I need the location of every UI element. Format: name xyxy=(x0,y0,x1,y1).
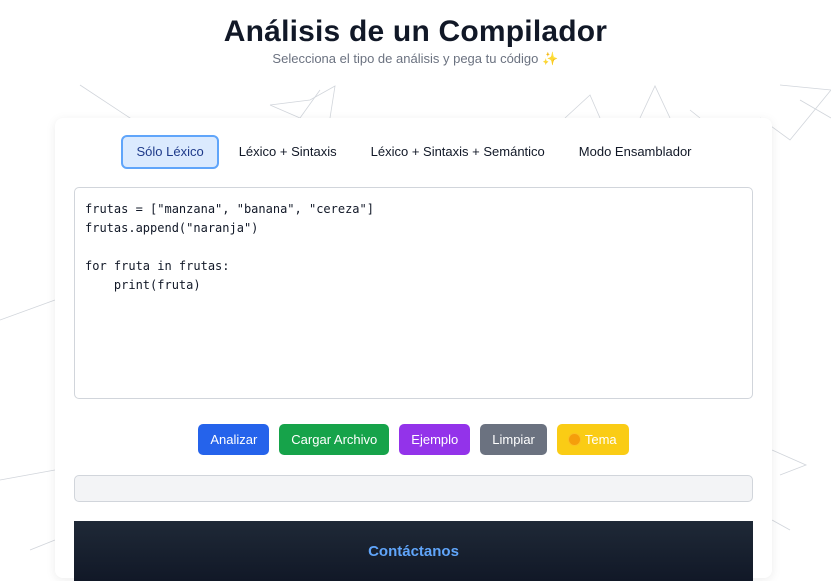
action-buttons: Analizar Cargar Archivo Ejemplo Limpiar … xyxy=(55,424,772,455)
theme-button-label: Tema xyxy=(584,432,617,447)
tab-modo-ensamblador[interactable]: Modo Ensamblador xyxy=(565,135,706,167)
analysis-card: Sólo Léxico Léxico + Sintaxis Léxico + S… xyxy=(55,118,772,581)
sparkles-icon: ✨ xyxy=(542,51,559,66)
theme-button[interactable]: Tema xyxy=(556,424,629,455)
page-title: Análisis de un Compilador xyxy=(223,15,608,48)
example-button[interactable]: Ejemplo xyxy=(399,424,471,455)
clear-button[interactable]: Limpiar xyxy=(480,424,547,455)
page-header: Análisis de un Compilador Selecciona el … xyxy=(0,0,831,67)
analyze-button[interactable]: Analizar xyxy=(198,424,270,455)
contact-title: Contáctanos xyxy=(368,543,459,560)
contact-footer: Contáctanos xyxy=(74,521,753,581)
analysis-tabs: Sólo Léxico Léxico + Sintaxis Léxico + S… xyxy=(55,135,772,169)
sun-icon xyxy=(568,434,580,445)
subtitle-text: Selecciona el tipo de análisis y pega tu… xyxy=(272,51,539,66)
tab-lexico-sintaxis[interactable]: Léxico + Sintaxis xyxy=(225,135,351,167)
load-file-button[interactable]: Cargar Archivo xyxy=(279,424,390,455)
page-subtitle: Selecciona el tipo de análisis y pega tu… xyxy=(0,51,831,67)
output-box xyxy=(74,475,753,502)
tab-lexico-sintaxis-semantico[interactable]: Léxico + Sintaxis + Semántico xyxy=(357,135,559,167)
code-editor[interactable]: frutas = ["manzana", "banana", "cereza"]… xyxy=(74,187,753,399)
tab-solo-lexico[interactable]: Sólo Léxico xyxy=(121,135,219,169)
